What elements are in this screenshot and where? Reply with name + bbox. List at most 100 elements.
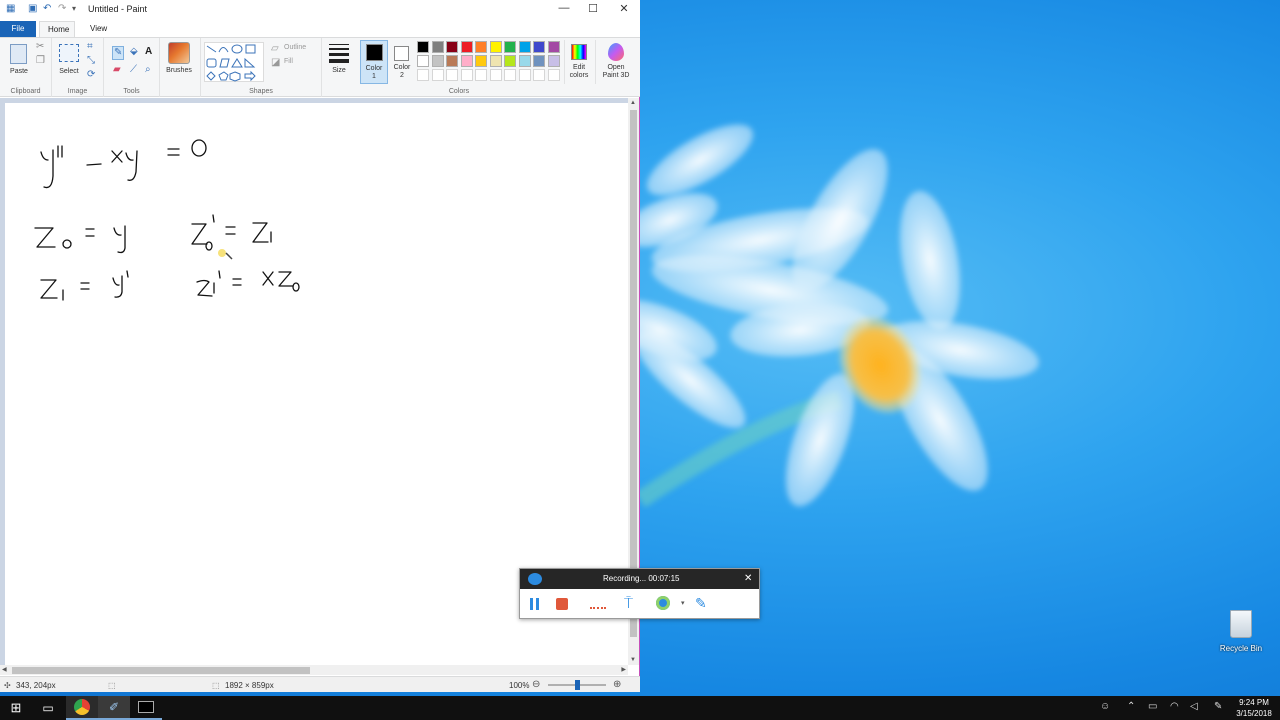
undo-icon[interactable]: ↶ xyxy=(43,3,51,14)
palette-swatch[interactable] xyxy=(446,55,458,67)
tab-home[interactable]: Home xyxy=(39,21,75,37)
close-button[interactable]: ✕ xyxy=(609,2,639,15)
outline-dropdown[interactable]: Outline xyxy=(284,44,306,51)
shapes-gallery[interactable] xyxy=(204,42,264,82)
color-picker-icon[interactable]: ⟋ xyxy=(130,65,137,75)
color1-label: Color xyxy=(365,65,383,72)
task-view-button[interactable]: ▭ xyxy=(32,696,64,720)
rotate-icon[interactable]: ⟳ xyxy=(87,70,95,80)
magnifier-icon[interactable]: ⌕ xyxy=(145,65,151,75)
palette-swatch[interactable] xyxy=(417,55,429,67)
palette-swatch[interactable] xyxy=(547,55,560,67)
recorder-close-button[interactable]: ✕ xyxy=(744,573,752,584)
horizontal-scroll-thumb[interactable] xyxy=(12,667,310,674)
size-button[interactable]: Size xyxy=(322,38,356,97)
save-icon[interactable]: ▣ xyxy=(28,3,37,14)
zoom-in-button[interactable]: ⊕ xyxy=(613,679,621,690)
pause-button[interactable] xyxy=(530,598,540,610)
edit-colors-button[interactable]: Edit colors xyxy=(564,40,592,84)
custom-color-slot[interactable] xyxy=(431,69,444,81)
color-palette xyxy=(417,41,565,85)
fill-dropdown[interactable]: Fill xyxy=(284,58,293,65)
clock-time: 9:24 PM xyxy=(1239,698,1269,707)
color2-button[interactable]: Color 2 xyxy=(389,40,415,84)
palette-swatch[interactable] xyxy=(533,55,545,67)
tab-file[interactable]: File xyxy=(0,21,36,37)
customize-quick-access-icon[interactable]: ▾ xyxy=(72,4,76,13)
palette-swatch[interactable] xyxy=(460,41,473,53)
clock-date: 3/15/2018 xyxy=(1236,709,1272,718)
palette-swatch[interactable] xyxy=(489,41,502,53)
scroll-down-icon[interactable]: ▼ xyxy=(630,657,636,663)
custom-color-slot[interactable] xyxy=(460,69,473,81)
cut-icon[interactable]: ✂ xyxy=(36,42,44,52)
people-icon[interactable]: ☺ xyxy=(1100,701,1110,712)
custom-color-slot[interactable] xyxy=(518,69,531,81)
windows-logo-icon: ⊞ xyxy=(10,700,22,715)
color1-button[interactable]: Color 1 xyxy=(360,40,388,84)
clock[interactable]: 9:24 PM 3/15/2018 xyxy=(1234,697,1274,719)
custom-color-slot[interactable] xyxy=(547,69,560,81)
palette-swatch[interactable] xyxy=(475,41,487,53)
recycle-bin[interactable]: Recycle Bin xyxy=(1218,610,1264,658)
cursor-tool-icon[interactable]: ⍑ xyxy=(624,595,633,612)
brushes-button[interactable]: Brushes xyxy=(160,38,198,97)
palette-swatch[interactable] xyxy=(446,41,458,53)
webcam-icon[interactable] xyxy=(656,596,670,610)
zoom-slider[interactable] xyxy=(548,680,606,690)
palette-swatch[interactable] xyxy=(504,41,516,53)
taskbar-terminal[interactable] xyxy=(130,696,162,720)
palette-swatch[interactable] xyxy=(460,55,473,67)
custom-color-slot[interactable] xyxy=(446,69,458,81)
custom-color-slot[interactable] xyxy=(489,69,502,81)
webcam-dropdown-icon[interactable]: ▾ xyxy=(681,599,685,607)
custom-color-slot[interactable] xyxy=(533,69,545,81)
scroll-right-icon[interactable]: ▶ xyxy=(621,666,626,673)
custom-color-slot[interactable] xyxy=(417,69,429,81)
color1-swatch xyxy=(366,44,383,61)
zoom-slider-thumb[interactable] xyxy=(575,680,580,690)
draw-pen-icon[interactable]: ✎ xyxy=(695,595,707,612)
palette-swatch[interactable] xyxy=(547,41,560,53)
battery-icon[interactable]: ▭ xyxy=(1148,701,1157,712)
select-button[interactable]: Select xyxy=(56,42,82,80)
pencil-icon[interactable]: ✎ xyxy=(112,46,125,60)
horizontal-scrollbar[interactable]: ◀ ▶ xyxy=(0,665,628,675)
palette-swatch[interactable] xyxy=(431,41,444,53)
tab-view[interactable]: View xyxy=(82,21,115,37)
stop-button[interactable] xyxy=(556,598,568,610)
palette-swatch[interactable] xyxy=(417,41,429,53)
redo-icon[interactable]: ↷ xyxy=(58,3,66,14)
crop-icon[interactable]: ⌗ xyxy=(87,42,93,52)
resize-icon[interactable]: ⤡ xyxy=(87,56,95,66)
show-hidden-icons[interactable]: ⌃ xyxy=(1127,701,1135,712)
fill-icon[interactable]: ⬙ xyxy=(130,47,138,57)
start-button[interactable]: ⊞ xyxy=(0,696,32,720)
palette-swatch[interactable] xyxy=(431,55,444,67)
maximize-button[interactable]: ☐ xyxy=(578,2,608,15)
palette-swatch[interactable] xyxy=(518,41,531,53)
custom-color-slot[interactable] xyxy=(475,69,487,81)
canvas-size-icon: ⬚ xyxy=(212,681,220,690)
scroll-up-icon[interactable]: ▲ xyxy=(630,100,636,106)
zoom-out-button[interactable]: ⊖ xyxy=(532,679,540,690)
open-paint3d-button[interactable]: Open Paint 3D xyxy=(595,40,635,84)
minimize-button[interactable]: — xyxy=(549,2,579,14)
eraser-icon[interactable]: ▰ xyxy=(113,65,121,75)
custom-color-slot[interactable] xyxy=(504,69,516,81)
vertical-scroll-thumb[interactable] xyxy=(630,110,637,637)
pen-workspace-icon[interactable]: ✎ xyxy=(1214,701,1222,712)
paste-button[interactable]: Paste xyxy=(7,42,31,80)
copy-icon[interactable]: ❐ xyxy=(36,56,45,66)
network-icon[interactable]: ◠ xyxy=(1170,701,1179,712)
palette-swatch[interactable] xyxy=(475,55,487,67)
scroll-left-icon[interactable]: ◀ xyxy=(2,666,7,673)
palette-swatch[interactable] xyxy=(533,41,545,53)
taskbar-paint[interactable]: ✐ xyxy=(98,696,130,720)
volume-icon[interactable]: ◁ xyxy=(1190,701,1198,712)
palette-swatch[interactable] xyxy=(489,55,502,67)
palette-swatch[interactable] xyxy=(504,55,516,67)
text-icon[interactable]: A xyxy=(145,47,152,57)
taskbar-chrome[interactable] xyxy=(66,696,98,720)
palette-swatch[interactable] xyxy=(518,55,531,67)
